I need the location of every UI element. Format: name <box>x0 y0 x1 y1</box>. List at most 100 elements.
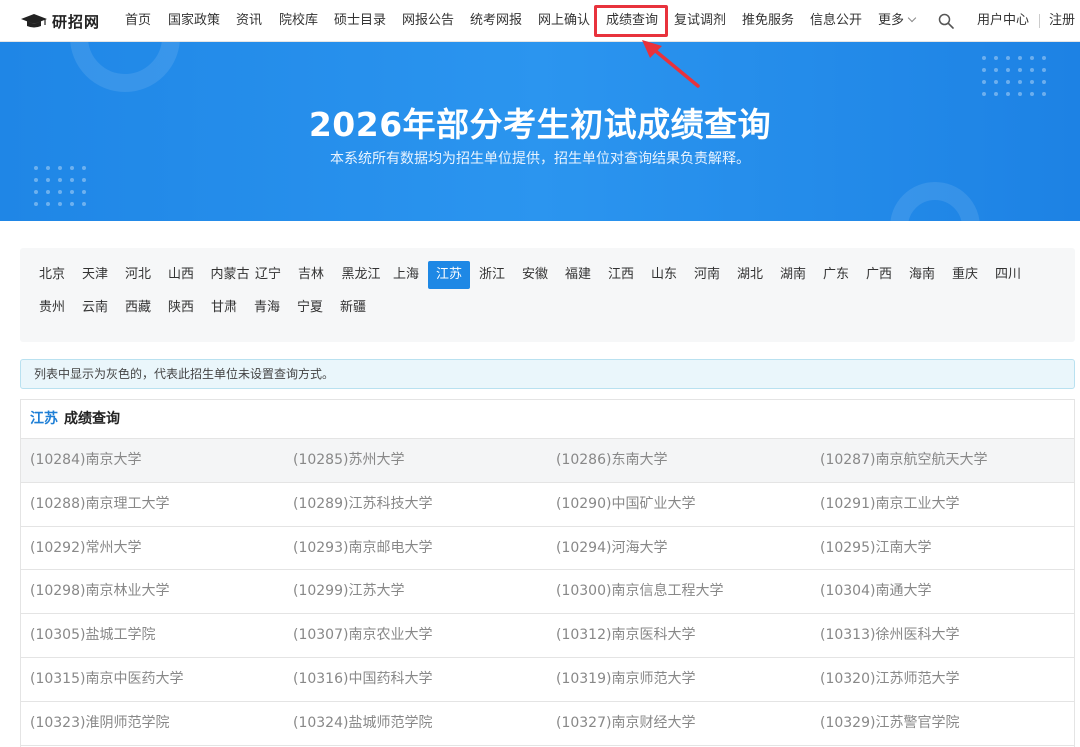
page-title: 2026年部分考生初试成绩查询 <box>308 105 772 144</box>
panel-title: 成绩查询 <box>64 411 120 427</box>
school-item: (10312)南京医科大学 <box>556 627 696 644</box>
school-item: (10300)南京信息工程大学 <box>556 583 724 600</box>
table-row: (10305)盐城工学院 (10307)南京农业大学 (10312)南京医科大学 (1… <box>21 614 1074 658</box>
province-item[interactable]: 山东 <box>643 261 685 289</box>
table-row: (10315)南京中医药大学 (10316)中国药科大学 (10319)南京师范大学… <box>21 658 1074 702</box>
school-item: (10305)盐城工学院 <box>30 627 156 644</box>
school-item: (10291)南京工业大学 <box>820 495 960 512</box>
province-item[interactable]: 天津 <box>80 261 110 289</box>
school-item: (10299)江苏大学 <box>293 583 405 600</box>
province-item[interactable]: 安徽 <box>514 261 556 289</box>
school-item: (10285)苏州大学 <box>293 452 405 468</box>
province-item[interactable]: 浙江 <box>471 261 513 289</box>
nav-news[interactable]: 资讯 <box>236 0 262 42</box>
nav-more[interactable]: 更多 <box>878 0 917 42</box>
school-item: (10286)东南大学 <box>556 452 668 468</box>
school-item: (10307)南京农业大学 <box>293 627 433 644</box>
school-item: (10293)南京邮电大学 <box>293 539 433 556</box>
banner-decoration <box>890 182 980 221</box>
school-item: (10294)河海大学 <box>556 539 668 556</box>
nav-register[interactable]: 注册 <box>1049 0 1075 42</box>
hero-banner: 2026年部分考生初试成绩查询 本系统所有数据均为招生单位提供，招生单位对查询结… <box>0 42 1080 221</box>
province-item[interactable]: 吉林 <box>296 261 326 289</box>
nav-user-center[interactable]: 用户中心 <box>977 0 1029 42</box>
province-item[interactable]: 四川 <box>987 261 1029 289</box>
province-item[interactable]: 新疆 <box>338 294 368 322</box>
table-row: (10284)南京大学 (10285)苏州大学 (10286)东南大学 (10287)… <box>21 439 1074 483</box>
province-item[interactable]: 西藏 <box>123 294 153 322</box>
school-item: (10315)南京中医药大学 <box>30 670 184 687</box>
school-item: (10323)淮阴师范学院 <box>30 714 170 731</box>
top-nav: 研招网 首页 国家政策 资讯 院校库 硕士目录 网报公告 统考网报 网上确认 成… <box>0 0 1080 42</box>
province-item[interactable]: 辽宁 <box>253 261 283 289</box>
panel-heading: 江苏 成绩查询 <box>21 400 1074 439</box>
table-row: (10292)常州大学 (10293)南京邮电大学 (10294)河海大学 (1029… <box>21 527 1074 571</box>
school-item: (10288)南京理工大学 <box>30 495 170 512</box>
province-filter: 北京 天津 河北 山西 内蒙古 辽宁 吉林 黑龙江 上海 江苏 浙江 安徽 福建 江西 山东 河南 湖北 湖南 广东… <box>20 248 1075 342</box>
school-item: (10284)南京大学 <box>30 452 142 468</box>
school-item: (10287)南京航空航天大学 <box>820 452 988 468</box>
province-item[interactable]: 甘肃 <box>209 294 239 322</box>
banner-dots <box>34 166 86 206</box>
province-item[interactable]: 宁夏 <box>295 294 325 322</box>
site-logo[interactable]: 研招网 <box>20 10 100 32</box>
nav-info-disclosure[interactable]: 信息公开 <box>810 0 862 42</box>
school-item: (10313)徐州医科大学 <box>820 627 960 644</box>
province-item[interactable]: 山西 <box>166 261 196 289</box>
province-item[interactable]: 陕西 <box>166 294 196 322</box>
school-item: (10304)南通大学 <box>820 583 932 600</box>
province-item[interactable]: 云南 <box>80 294 110 322</box>
province-item[interactable]: 海南 <box>901 261 943 289</box>
province-item[interactable]: 江苏 <box>428 261 470 289</box>
pointer-arrow-icon <box>642 40 700 88</box>
nav-master-catalog[interactable]: 硕士目录 <box>334 0 386 42</box>
nav-policy[interactable]: 国家政策 <box>168 0 220 42</box>
nav-exam-registration[interactable]: 统考网报 <box>470 0 522 42</box>
school-item: (10316)中国药科大学 <box>293 670 433 687</box>
nav-home[interactable]: 首页 <box>125 0 151 42</box>
province-item[interactable]: 广西 <box>858 261 900 289</box>
province-item[interactable]: 北京 <box>37 261 67 289</box>
banner-dots <box>982 56 1046 96</box>
brand-name: 研招网 <box>52 12 101 31</box>
province-item[interactable]: 河北 <box>123 261 153 289</box>
school-list: (10284)南京大学 (10285)苏州大学 (10286)东南大学 (10287)… <box>21 439 1074 746</box>
chevron-down-icon <box>907 13 917 23</box>
province-item[interactable]: 广东 <box>815 261 857 289</box>
school-panel: 江苏 成绩查询 (10284)南京大学 (10285)苏州大学 (10286)东南大学… <box>20 399 1075 747</box>
graduation-cap-icon <box>21 14 47 28</box>
school-item: (10324)盐城师范学院 <box>293 714 433 731</box>
province-item[interactable]: 上海 <box>385 261 427 289</box>
active-nav-highlight <box>594 5 668 37</box>
nav-recommendation[interactable]: 推免服务 <box>742 0 794 42</box>
school-item: (10320)江苏师范大学 <box>820 670 960 687</box>
province-item[interactable]: 内蒙古 <box>209 261 251 289</box>
school-item: (10319)南京师范大学 <box>556 670 696 687</box>
info-notice: 列表中显示为灰色的，代表此招生单位未设置查询方式。 <box>20 359 1075 389</box>
province-item[interactable]: 青海 <box>252 294 282 322</box>
table-row: (10323)淮阴师范学院 (10324)盐城师范学院 (10327)南京财经大学 (… <box>21 702 1074 746</box>
province-item[interactable]: 福建 <box>557 261 599 289</box>
province-item[interactable]: 贵州 <box>37 294 67 322</box>
province-item[interactable]: 重庆 <box>944 261 986 289</box>
nav-online-confirm[interactable]: 网上确认 <box>538 0 590 42</box>
school-item: (10329)江苏警官学院 <box>820 714 960 731</box>
province-item[interactable]: 河南 <box>686 261 728 289</box>
school-item: (10290)中国矿业大学 <box>556 495 696 512</box>
school-item: (10327)南京财经大学 <box>556 714 696 731</box>
school-item: (10295)江南大学 <box>820 539 932 556</box>
search-icon[interactable] <box>938 13 954 29</box>
nav-divider <box>1039 14 1040 28</box>
nav-school-library[interactable]: 院校库 <box>279 0 318 42</box>
school-item: (10298)南京林业大学 <box>30 583 170 600</box>
province-item[interactable]: 湖北 <box>729 261 771 289</box>
school-item: (10289)江苏科技大学 <box>293 495 433 512</box>
banner-decoration <box>70 42 180 92</box>
province-item[interactable]: 江西 <box>600 261 642 289</box>
nav-more-label: 更多 <box>878 13 905 28</box>
province-item[interactable]: 湖南 <box>772 261 814 289</box>
province-item[interactable]: 黑龙江 <box>339 261 383 289</box>
nav-registration-notice[interactable]: 网报公告 <box>402 0 454 42</box>
school-item: (10292)常州大学 <box>30 539 142 556</box>
panel-province: 江苏 <box>30 411 58 427</box>
